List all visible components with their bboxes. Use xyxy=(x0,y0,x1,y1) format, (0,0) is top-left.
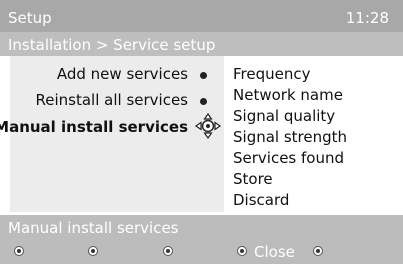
submenu-item-frequency[interactable]: Frequency xyxy=(233,65,311,83)
breadcrumb-bar: Installation > Service setup xyxy=(0,32,403,56)
submenu-item-signal-strength[interactable]: Signal strength xyxy=(233,128,347,146)
red-key-icon[interactable] xyxy=(14,246,24,256)
info-text: Manual install services xyxy=(8,219,179,237)
clock: 11:28 xyxy=(345,9,389,27)
submenu-item-network-name[interactable]: Network name xyxy=(233,86,343,104)
info-bar: Manual install services xyxy=(0,215,403,239)
header: Setup 11:28 Installation > Service setup xyxy=(0,0,403,56)
close-button[interactable]: Close xyxy=(254,243,295,261)
white-key-icon[interactable] xyxy=(313,246,323,256)
green-key-icon[interactable] xyxy=(88,246,98,256)
submenu-item-discard[interactable]: Discard xyxy=(233,191,289,209)
submenu-item-services-found[interactable]: Services found xyxy=(233,149,344,167)
blue-key-icon[interactable] xyxy=(237,246,247,256)
navigation-cursor-icon xyxy=(195,113,221,139)
tv-setup-screen: Setup 11:28 Installation > Service setup… xyxy=(0,0,403,264)
color-key-bar: Close xyxy=(0,239,403,264)
bullet-icon xyxy=(200,72,207,79)
menu-item-add-new-services[interactable]: Add new services xyxy=(57,65,188,83)
menu-item-manual-install-services[interactable]: Manual install services xyxy=(0,118,188,136)
bullet-icon xyxy=(200,98,207,105)
breadcrumb: Installation > Service setup xyxy=(8,36,216,54)
screen-title: Setup xyxy=(8,9,52,27)
title-bar: Setup 11:28 xyxy=(0,0,403,32)
yellow-key-icon[interactable] xyxy=(163,246,173,256)
submenu: Frequency Network name Signal quality Si… xyxy=(224,56,395,212)
menu-item-reinstall-all-services[interactable]: Reinstall all services xyxy=(36,91,188,109)
main-menu: Add new services Reinstall all services … xyxy=(0,56,224,212)
submenu-item-store[interactable]: Store xyxy=(233,170,273,188)
submenu-item-signal-quality[interactable]: Signal quality xyxy=(233,107,335,125)
